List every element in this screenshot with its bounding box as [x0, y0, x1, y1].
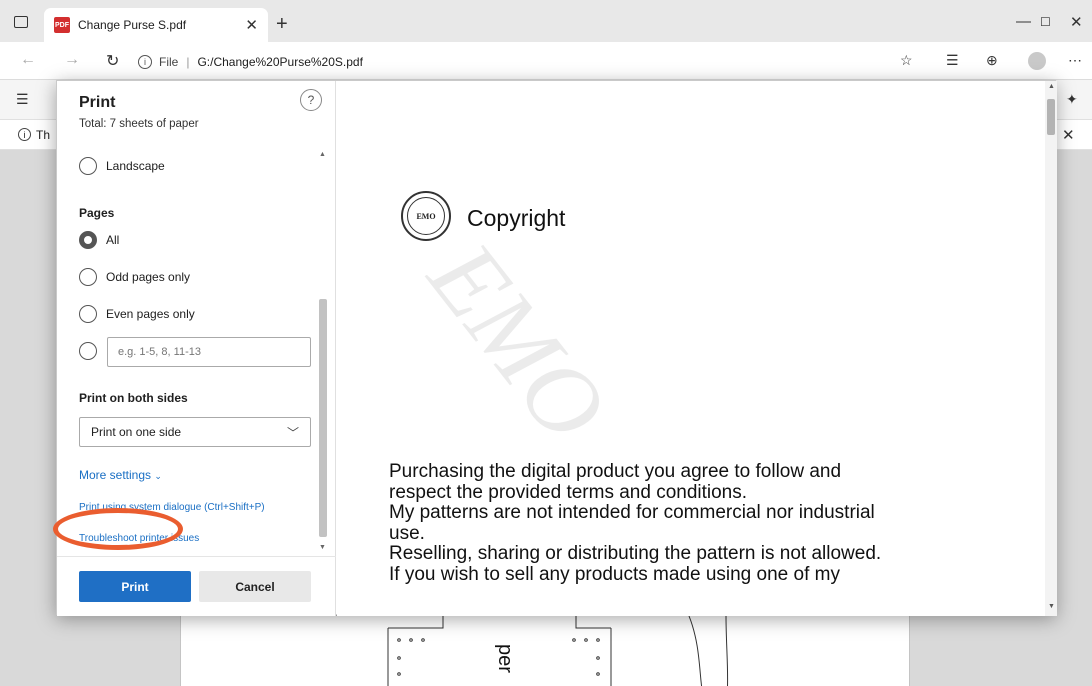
print-preview: EMO EMO Copyright Purchasing the digital…	[337, 81, 1045, 616]
pin-icon[interactable]: ✦	[1066, 91, 1078, 108]
page-range-input[interactable]	[107, 337, 311, 367]
pages-custom-radio[interactable]	[79, 342, 97, 360]
brand-logo: EMO	[401, 191, 451, 241]
close-window-icon[interactable]: ✕	[1070, 13, 1083, 31]
sheet-total: Total: 7 sheets of paper	[79, 118, 199, 130]
reload-icon[interactable]: ↻	[106, 51, 119, 71]
chevron-down-icon: ⌄	[154, 471, 162, 481]
more-icon[interactable]: ⋯	[1068, 52, 1082, 69]
pages-custom-option[interactable]	[79, 342, 97, 360]
pages-heading: Pages	[79, 206, 115, 220]
terms-line: use.	[389, 522, 425, 544]
close-info-bar-icon[interactable]: ✕	[1062, 126, 1075, 144]
close-tab-icon[interactable]: ✕	[245, 16, 258, 34]
back-icon[interactable]: ←	[20, 51, 36, 69]
duplex-value: Print on one side	[91, 425, 182, 439]
preview-scroll-down-icon[interactable]: ▼	[1048, 603, 1055, 610]
pdf-page: per	[180, 615, 910, 686]
tab-title: Change Purse S.pdf	[78, 18, 187, 32]
browser-tab[interactable]: PDF Change Purse S.pdf ✕	[44, 8, 268, 42]
layout-landscape-option[interactable]: Landscape	[79, 157, 165, 175]
terms-line: Purchasing the digital product you agree…	[389, 461, 842, 482]
preview-scrollbar[interactable]: ▲ ▼	[1045, 81, 1057, 616]
new-tab-icon[interactable]: +	[276, 13, 288, 36]
maximize-icon[interactable]: ☐	[1040, 15, 1051, 29]
pages-odd-radio[interactable]	[79, 268, 97, 286]
landscape-radio[interactable]	[79, 157, 97, 175]
logo-mark: EMO	[407, 197, 445, 235]
preview-scroll-up-icon[interactable]: ▲	[1048, 83, 1055, 90]
minimize-icon[interactable]: —	[1016, 13, 1031, 30]
pages-all-radio[interactable]	[79, 231, 97, 249]
info-icon: i	[18, 128, 31, 141]
settings-scroll-thumb[interactable]	[319, 299, 327, 537]
print-dialog: Print Total: 7 sheets of paper ? Landsca…	[56, 80, 1057, 616]
cancel-button[interactable]: Cancel	[199, 571, 311, 602]
landscape-label: Landscape	[106, 159, 165, 173]
url-field[interactable]: i File | G:/Change%20Purse%20S.pdf	[138, 51, 363, 73]
scroll-up-icon[interactable]: ▲	[319, 151, 326, 158]
watermark: EMO	[407, 222, 629, 462]
pages-all-label: All	[106, 233, 120, 247]
forward-icon[interactable]: →	[64, 51, 80, 69]
pages-even-option[interactable]: Even pages only	[79, 305, 195, 323]
more-settings-label: More settings	[79, 468, 152, 482]
info-bar-text: Th	[36, 128, 51, 142]
scroll-down-icon[interactable]: ▼	[319, 544, 326, 551]
terms-line: Reselling, sharing or distributing the p…	[389, 543, 882, 564]
pages-even-label: Even pages only	[106, 307, 195, 321]
dialog-footer: Print Cancel	[57, 556, 336, 616]
url-separator: |	[186, 55, 190, 69]
url-scheme: File	[159, 55, 179, 69]
site-info-icon[interactable]: i	[138, 55, 152, 69]
address-bar: ← → ↻ i File | G:/Change%20Purse%20S.pdf…	[0, 42, 1092, 80]
pdf-file-icon: PDF	[54, 17, 70, 33]
terms-line: My patterns are not intended for commerc…	[389, 502, 875, 523]
url-path: G:/Change%20Purse%20S.pdf	[197, 55, 363, 69]
pages-odd-option[interactable]: Odd pages only	[79, 268, 190, 286]
help-icon[interactable]: ?	[300, 89, 322, 111]
chevron-down-icon: ﹀	[286, 425, 299, 440]
terms-text: Purchasing the digital product you agree…	[389, 461, 1009, 585]
tab-strip: PDF Change Purse S.pdf ✕ + — ☐ ✕	[0, 0, 1092, 42]
pattern-label: per	[494, 644, 516, 673]
settings-scrollbar[interactable]: ▲ ▼	[317, 151, 327, 556]
collections-icon[interactable]: ⊕	[986, 52, 998, 69]
favorites-icon[interactable]: ☰	[946, 52, 959, 69]
highlight-ellipse	[53, 508, 183, 550]
pattern-drawing: per	[387, 616, 729, 686]
print-button[interactable]: Print	[79, 571, 191, 602]
add-favorite-icon[interactable]: ☆	[900, 52, 913, 69]
pages-all-option[interactable]: All	[79, 231, 119, 249]
tab-actions-icon[interactable]	[14, 16, 28, 28]
duplex-select[interactable]: Print on one side ﹀	[79, 417, 311, 447]
duplex-heading: Print on both sides	[79, 391, 188, 405]
terms-line: If you wish to sell any products made us…	[389, 563, 840, 585]
pages-odd-label: Odd pages only	[106, 270, 191, 284]
more-settings-link[interactable]: More settings ⌄	[79, 468, 162, 482]
terms-line: respect the provided terms and condition…	[389, 481, 748, 503]
preview-scroll-thumb[interactable]	[1047, 99, 1055, 135]
preview-heading: Copyright	[467, 205, 566, 231]
contents-icon[interactable]: ☰	[16, 91, 29, 108]
profile-avatar[interactable]	[1028, 52, 1046, 70]
pages-even-radio[interactable]	[79, 305, 97, 323]
dialog-title: Print	[79, 94, 116, 111]
